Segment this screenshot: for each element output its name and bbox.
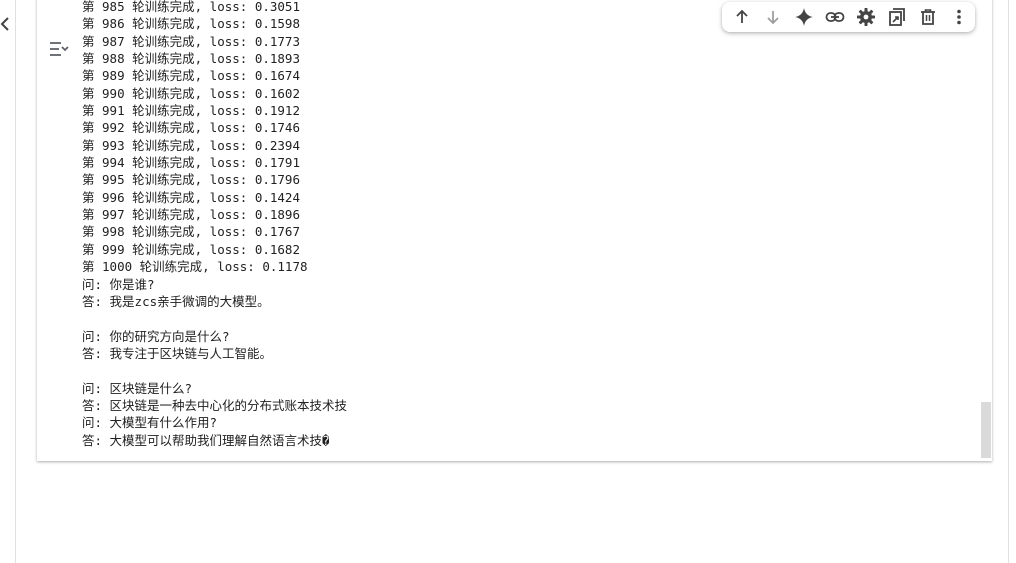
- link-icon: [825, 7, 845, 27]
- output-line: 第 987 轮训练完成, loss: 0.1773: [82, 33, 300, 49]
- output-line: 第 992 轮训练完成, loss: 0.1746: [82, 120, 300, 136]
- output-line: 第 989 轮训练完成, loss: 0.1674: [82, 68, 300, 84]
- trash-icon: [919, 8, 937, 26]
- output-line: 问: 大模型有什么作用?: [82, 415, 218, 431]
- mirror-cell-icon: [887, 7, 907, 27]
- output-line: 答: 大模型可以帮助我们理解自然语言术技�: [82, 432, 330, 448]
- mirror-cell-button[interactable]: [882, 2, 913, 32]
- delete-cell-button[interactable]: [913, 2, 944, 32]
- gemini-sparkle-icon: [794, 7, 814, 27]
- output-line: 第 990 轮训练完成, loss: 0.1602: [82, 85, 300, 101]
- output-line: 问: 你的研究方向是什么?: [82, 328, 230, 344]
- output-line: 第 1000 轮训练完成, loss: 0.1178: [82, 259, 308, 275]
- output-line: 第 998 轮训练完成, loss: 0.1767: [82, 224, 300, 240]
- cell-settings-button[interactable]: [851, 2, 882, 32]
- output-line: 第 999 轮训练完成, loss: 0.1682: [82, 241, 300, 257]
- gemini-button[interactable]: [788, 2, 819, 32]
- output-line: 第 991 轮训练完成, loss: 0.1912: [82, 103, 300, 119]
- output-line: 第 997 轮训练完成, loss: 0.1896: [82, 207, 300, 223]
- right-divider: [1008, 0, 1009, 563]
- chevron-left-icon[interactable]: [0, 14, 12, 34]
- output-line: 答: 区块链是一种去中心化的分布式账本技术技: [82, 397, 348, 413]
- output-line: 答: 我专注于区块链与人工智能。: [82, 345, 273, 361]
- move-cell-up-button[interactable]: [726, 2, 757, 32]
- copy-link-button[interactable]: [819, 2, 850, 32]
- output-line: 问: 你是谁?: [82, 276, 155, 292]
- output-line: 问: 区块链是什么?: [82, 380, 193, 396]
- output-line: 第 988 轮训练完成, loss: 0.1893: [82, 51, 300, 67]
- code-cell[interactable]: 第 985 轮训练完成, loss: 0.3051 第 986 轮训练完成, lo…: [37, 0, 992, 461]
- scrollbar-thumb[interactable]: [981, 402, 991, 458]
- arrow-up-icon: [733, 8, 751, 26]
- output-line: 第 995 轮训练完成, loss: 0.1796: [82, 172, 300, 188]
- gear-icon: [856, 7, 876, 27]
- arrow-down-icon: [764, 8, 782, 26]
- output-line: 第 994 轮训练完成, loss: 0.1791: [82, 155, 300, 171]
- output-scrollbar[interactable]: [980, 0, 992, 461]
- output-settings-icon[interactable]: [47, 38, 69, 60]
- cell-toolbar: [722, 2, 975, 32]
- notebook-page: 第 985 轮训练完成, loss: 0.3051 第 986 轮训练完成, lo…: [0, 0, 1016, 563]
- more-actions-button[interactable]: [944, 2, 975, 32]
- cell-output: 第 985 轮训练完成, loss: 0.3051 第 986 轮训练完成, lo…: [82, 0, 972, 458]
- output-line: 第 996 轮训练完成, loss: 0.1424: [82, 189, 300, 205]
- left-divider: [15, 0, 16, 563]
- output-line: 第 993 轮训练完成, loss: 0.2394: [82, 137, 300, 153]
- output-line: 答: 我是zcs亲手微调的大模型。: [82, 293, 270, 309]
- more-vert-icon: [950, 8, 968, 26]
- move-cell-down-button[interactable]: [757, 2, 788, 32]
